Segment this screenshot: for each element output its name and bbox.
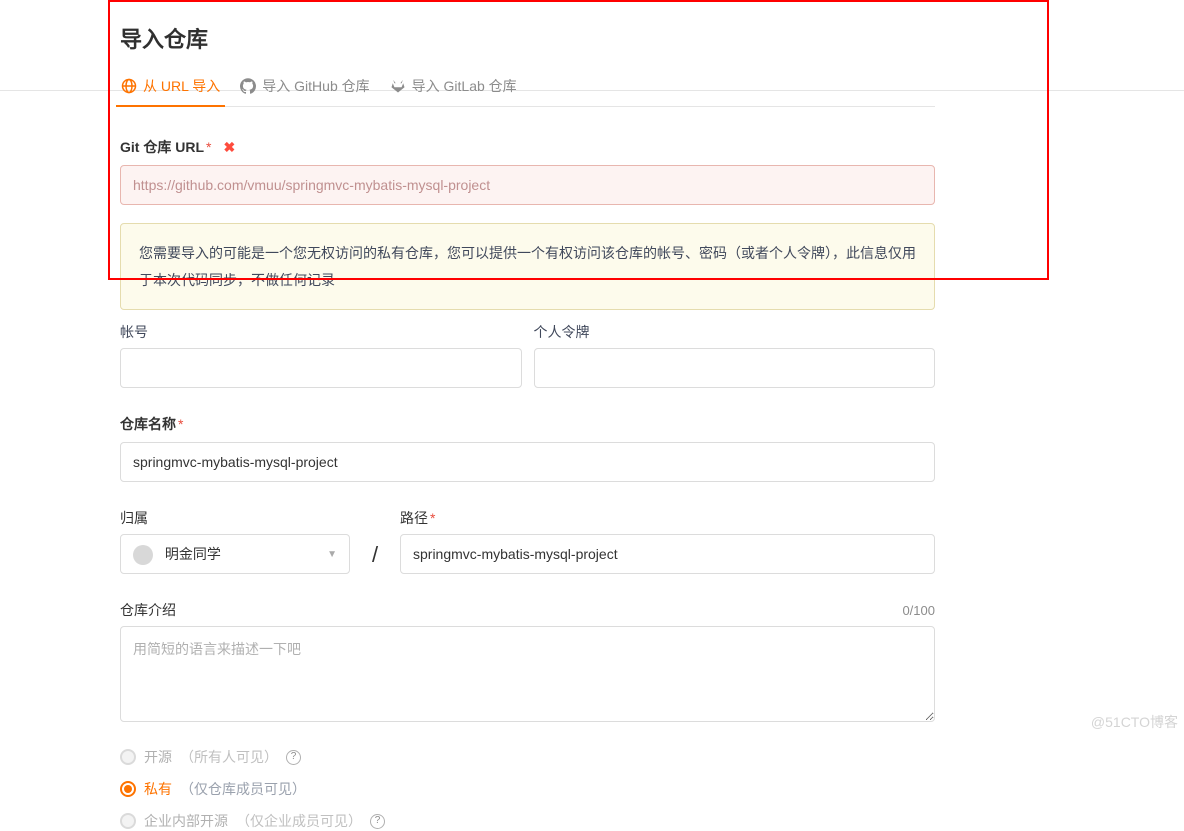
visibility-open-source: 开源 （所有人可见） ? bbox=[120, 747, 935, 767]
owner-selected: 明金同学 bbox=[165, 546, 221, 562]
path-input[interactable] bbox=[400, 534, 935, 574]
radio-hint: （所有人可见） bbox=[180, 747, 278, 767]
git-url-label: Git 仓库 URL bbox=[120, 137, 204, 157]
radio-icon bbox=[120, 781, 136, 797]
visibility-enterprise: 企业内部开源 （仅企业成员可见） ? bbox=[120, 811, 935, 831]
avatar-icon bbox=[133, 545, 153, 565]
radio-label: 私有 bbox=[144, 779, 172, 799]
clear-url-icon[interactable]: ✖ bbox=[223, 139, 235, 156]
tab-import-gitlab[interactable]: 导入 GitLab 仓库 bbox=[389, 76, 518, 106]
description-textarea[interactable] bbox=[120, 626, 935, 722]
tab-from-url[interactable]: 从 URL 导入 bbox=[120, 76, 221, 106]
radio-icon bbox=[120, 813, 136, 829]
github-icon bbox=[240, 78, 256, 94]
page-title: 导入仓库 bbox=[120, 22, 935, 54]
visibility-private[interactable]: 私有 （仅仓库成员可见） bbox=[120, 779, 935, 799]
import-tabs: 从 URL 导入 导入 GitHub 仓库 导入 GitLab 仓库 bbox=[120, 76, 935, 107]
tab-label: 导入 GitLab 仓库 bbox=[412, 76, 517, 96]
repo-name-label: 仓库名称 bbox=[120, 414, 176, 434]
repo-name-input[interactable] bbox=[120, 442, 935, 482]
watermark: @51CTO博客 bbox=[1091, 712, 1178, 732]
help-icon[interactable]: ? bbox=[286, 750, 301, 765]
git-url-input[interactable] bbox=[120, 165, 935, 205]
token-label: 个人令牌 bbox=[534, 322, 936, 342]
help-icon[interactable]: ? bbox=[370, 814, 385, 829]
path-label: 路径 bbox=[400, 508, 428, 528]
path-separator: / bbox=[350, 542, 400, 574]
globe-icon bbox=[121, 78, 137, 94]
radio-icon bbox=[120, 749, 136, 765]
radio-hint: （仅仓库成员可见） bbox=[180, 779, 306, 799]
required-star-icon: * bbox=[178, 416, 183, 432]
owner-select[interactable]: 明金同学 ▼ bbox=[120, 534, 350, 574]
private-repo-warning: 您需要导入的可能是一个您无权访问的私有仓库，您可以提供一个有权访问该仓库的帐号、… bbox=[120, 223, 935, 310]
account-label: 帐号 bbox=[120, 322, 522, 342]
chevron-down-icon: ▼ bbox=[327, 549, 337, 560]
description-counter: 0/100 bbox=[902, 603, 935, 618]
radio-label: 企业内部开源 bbox=[144, 811, 228, 831]
tab-import-github[interactable]: 导入 GitHub 仓库 bbox=[239, 76, 370, 106]
owner-label: 归属 bbox=[120, 508, 350, 528]
radio-label: 开源 bbox=[144, 747, 172, 767]
form-container: 导入仓库 从 URL 导入 导入 GitHub 仓库 导入 GitLab 仓库 … bbox=[120, 0, 935, 831]
description-label: 仓库介绍 bbox=[120, 600, 176, 620]
tab-label: 从 URL 导入 bbox=[143, 76, 220, 96]
required-star-icon: * bbox=[206, 139, 211, 155]
radio-hint: （仅企业成员可见） bbox=[236, 811, 362, 831]
tab-label: 导入 GitHub 仓库 bbox=[262, 76, 369, 96]
gitlab-icon bbox=[390, 78, 406, 94]
token-input[interactable] bbox=[534, 348, 936, 388]
account-input[interactable] bbox=[120, 348, 522, 388]
required-star-icon: * bbox=[430, 510, 435, 526]
